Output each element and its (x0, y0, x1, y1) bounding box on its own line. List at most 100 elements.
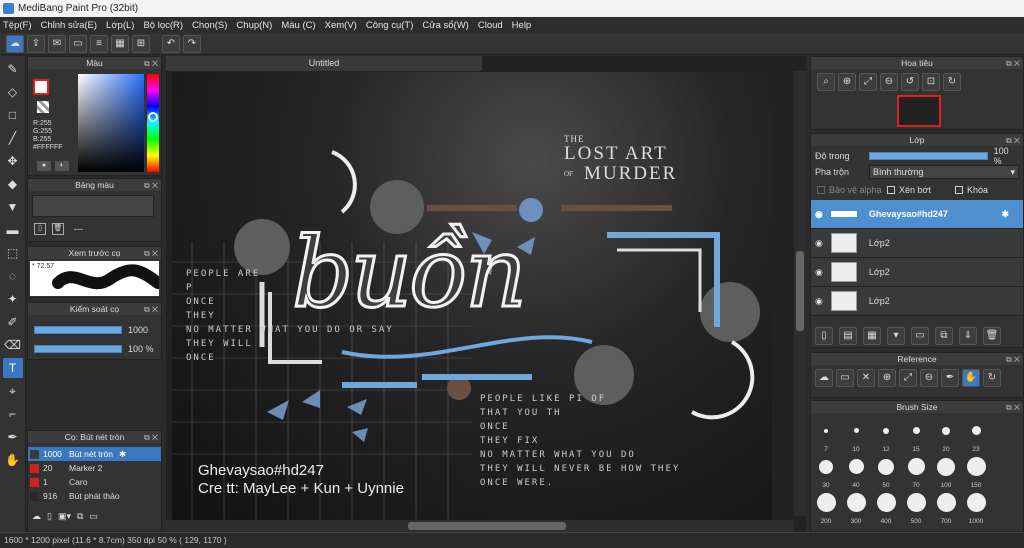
brush-size-option[interactable]: 40 (841, 453, 871, 489)
brush-size-option[interactable]: 20 (931, 417, 961, 453)
menu-color[interactable]: Màu (C) (281, 20, 315, 31)
brush-size-value[interactable]: 1000 (128, 325, 148, 335)
layer-row[interactable]: ◉ Lớp2 (811, 229, 1023, 258)
brush-options-icon[interactable]: ▣▾ (58, 511, 71, 522)
layer-row[interactable]: ◉ Lớp2 (811, 287, 1023, 316)
brush-size-option[interactable]: 500 (901, 489, 931, 525)
layer-row[interactable]: ◉ Ghevaysao#hd247 ✱ (811, 200, 1023, 229)
menu-layer[interactable]: Lớp(L) (106, 20, 134, 31)
bucket-tool-icon[interactable]: ▼ (3, 197, 23, 217)
close-icon[interactable]: ⧉ ✕ (144, 58, 158, 70)
menu-window[interactable]: Cửa sổ(W) (422, 20, 468, 31)
brush-item[interactable]: 916 Bút phát thảo (28, 489, 161, 503)
new-layer-icon[interactable]: ▯ (815, 327, 833, 345)
pen-dropper-icon[interactable]: ✒ (3, 427, 23, 447)
move-tool-icon[interactable]: ✥ (3, 151, 23, 171)
alpha-checkbox[interactable] (817, 185, 825, 194)
brush-size-option[interactable]: 12 (871, 417, 901, 453)
brush-size-option[interactable]: 400 (871, 489, 901, 525)
rotate-left-icon[interactable]: ↺ (901, 73, 919, 91)
close-icon[interactable]: ⧉ ✕ (1006, 58, 1020, 70)
opacity-slider[interactable] (868, 151, 988, 160)
fit-icon[interactable]: ⤢ (899, 369, 917, 387)
redo-icon[interactable]: ↷ (183, 34, 201, 53)
reset-icon[interactable]: ↻ (983, 369, 1001, 387)
gear-icon[interactable]: ✱ (119, 449, 126, 460)
dropper-tool-icon[interactable]: ⌐ (3, 404, 23, 424)
layer-options-icon[interactable]: ▾ (887, 327, 905, 345)
zoom-icon[interactable]: ⌕ (817, 73, 835, 91)
menu-tools[interactable]: Công cụ(T) (366, 20, 414, 31)
select-eraser-icon[interactable]: ⌫ (3, 335, 23, 355)
new-palette-icon[interactable]: ▯ (34, 223, 46, 235)
color-hex-value[interactable]: #FFFFFF (33, 144, 63, 151)
hand-icon[interactable]: ✋ (962, 369, 980, 387)
eyedropper-icon[interactable]: ✒ (941, 369, 959, 387)
cloud-icon[interactable]: ☁ (6, 34, 24, 53)
duplicate-layer-icon[interactable]: ⧉ (935, 327, 953, 345)
menu-view[interactable]: Xem(V) (325, 20, 357, 31)
sv-picker[interactable] (78, 74, 144, 172)
merge-layer-icon[interactable]: ⇓ (959, 327, 977, 345)
share-icon[interactable]: ⇪ (27, 34, 45, 53)
menu-select[interactable]: Chọn(S) (192, 20, 227, 31)
close-icon[interactable]: ⧉ ✕ (144, 180, 158, 192)
blend-mode-select[interactable]: Bình thường ▾ (869, 164, 1019, 179)
operation-tool-icon[interactable]: ⌖ (3, 381, 23, 401)
brush-size-option[interactable]: 10 (841, 417, 871, 453)
tile-icon[interactable]: ⊞ (132, 34, 150, 53)
menu-snap[interactable]: Chụp(N) (236, 20, 272, 31)
brush-size-option[interactable]: 30 (811, 453, 841, 489)
horizontal-scrollbar[interactable] (166, 520, 794, 532)
palette-area[interactable] (32, 195, 154, 217)
new-8bit-icon[interactable]: ▦ (863, 327, 881, 345)
lasso-tool-icon[interactable]: ◌ (3, 266, 23, 286)
zoom-in-icon[interactable]: ⊕ (878, 369, 896, 387)
brush-size-option[interactable]: 300 (841, 489, 871, 525)
brush-size-option[interactable]: 70 (901, 453, 931, 489)
close-icon[interactable]: ⧉ ✕ (144, 304, 158, 316)
menu-filter[interactable]: Bộ lọc(R) (143, 20, 183, 31)
folder-open-icon[interactable]: ▭ (836, 369, 854, 387)
eye-icon[interactable]: ◉ (815, 209, 823, 220)
clip-checkbox[interactable] (887, 185, 895, 194)
rotate-right-icon[interactable]: ↻ (943, 73, 961, 91)
brush-size-option[interactable]: 23 (961, 417, 991, 453)
close-image-icon[interactable]: ✕ (857, 369, 875, 387)
brush-item[interactable]: 20 Marker 2 (28, 461, 161, 475)
close-icon[interactable]: ⧉ ✕ (1006, 135, 1020, 147)
primary-color-swatch[interactable] (33, 79, 49, 95)
folder-icon[interactable]: ▭ (89, 511, 98, 522)
brush-size-option[interactable]: 50 (871, 453, 901, 489)
transparent-swatch[interactable] (37, 101, 49, 113)
new-brush-icon[interactable]: ▯ (47, 511, 52, 522)
copy-brush-icon[interactable]: ⧉ (77, 511, 83, 522)
layout-icon[interactable]: ▭ (69, 34, 87, 53)
delete-color-icon[interactable]: ◐ (55, 161, 69, 171)
navigator-thumbnail[interactable] (897, 95, 941, 127)
layer-row[interactable]: ◉ Lớp2 (811, 258, 1023, 287)
cloud-brush-icon[interactable]: ☁ (32, 511, 41, 522)
brush-item[interactable]: 1 Caro (28, 475, 161, 489)
zoom-out-icon[interactable]: ⊖ (880, 73, 898, 91)
brush-size-slider[interactable] (34, 326, 122, 334)
close-icon[interactable]: ⧉ ✕ (1006, 354, 1020, 366)
gradient-tool-icon[interactable]: ▬ (3, 220, 23, 240)
folder-icon[interactable]: ▭ (911, 327, 929, 345)
brush-tool-icon[interactable]: ✎ (3, 59, 23, 79)
close-icon[interactable]: ⧉ ✕ (144, 432, 158, 444)
hand-tool-icon[interactable]: ✋ (3, 450, 23, 470)
grid-icon[interactable]: ▦ (111, 34, 129, 53)
eraser-tool-icon[interactable]: ◇ (3, 82, 23, 102)
drawing-canvas[interactable]: THE LOST ART OF MURDER buồn PEOPLE ARE P… (172, 72, 772, 521)
close-icon[interactable]: ⧉ ✕ (1006, 402, 1020, 414)
vertical-scrollbar[interactable] (794, 71, 806, 516)
document-tab[interactable]: Untitled (166, 56, 482, 71)
brush-opacity-slider[interactable] (34, 345, 122, 353)
brush-size-option[interactable]: 7 (811, 417, 841, 453)
gear-icon[interactable]: ✱ (1001, 209, 1009, 220)
reset-view-icon[interactable]: ⊡ (922, 73, 940, 91)
hue-slider[interactable] (147, 74, 159, 172)
menu-cloud[interactable]: Cloud (478, 20, 503, 31)
brush-item[interactable]: 1000 Bút nét tròn ✱ (28, 447, 161, 461)
